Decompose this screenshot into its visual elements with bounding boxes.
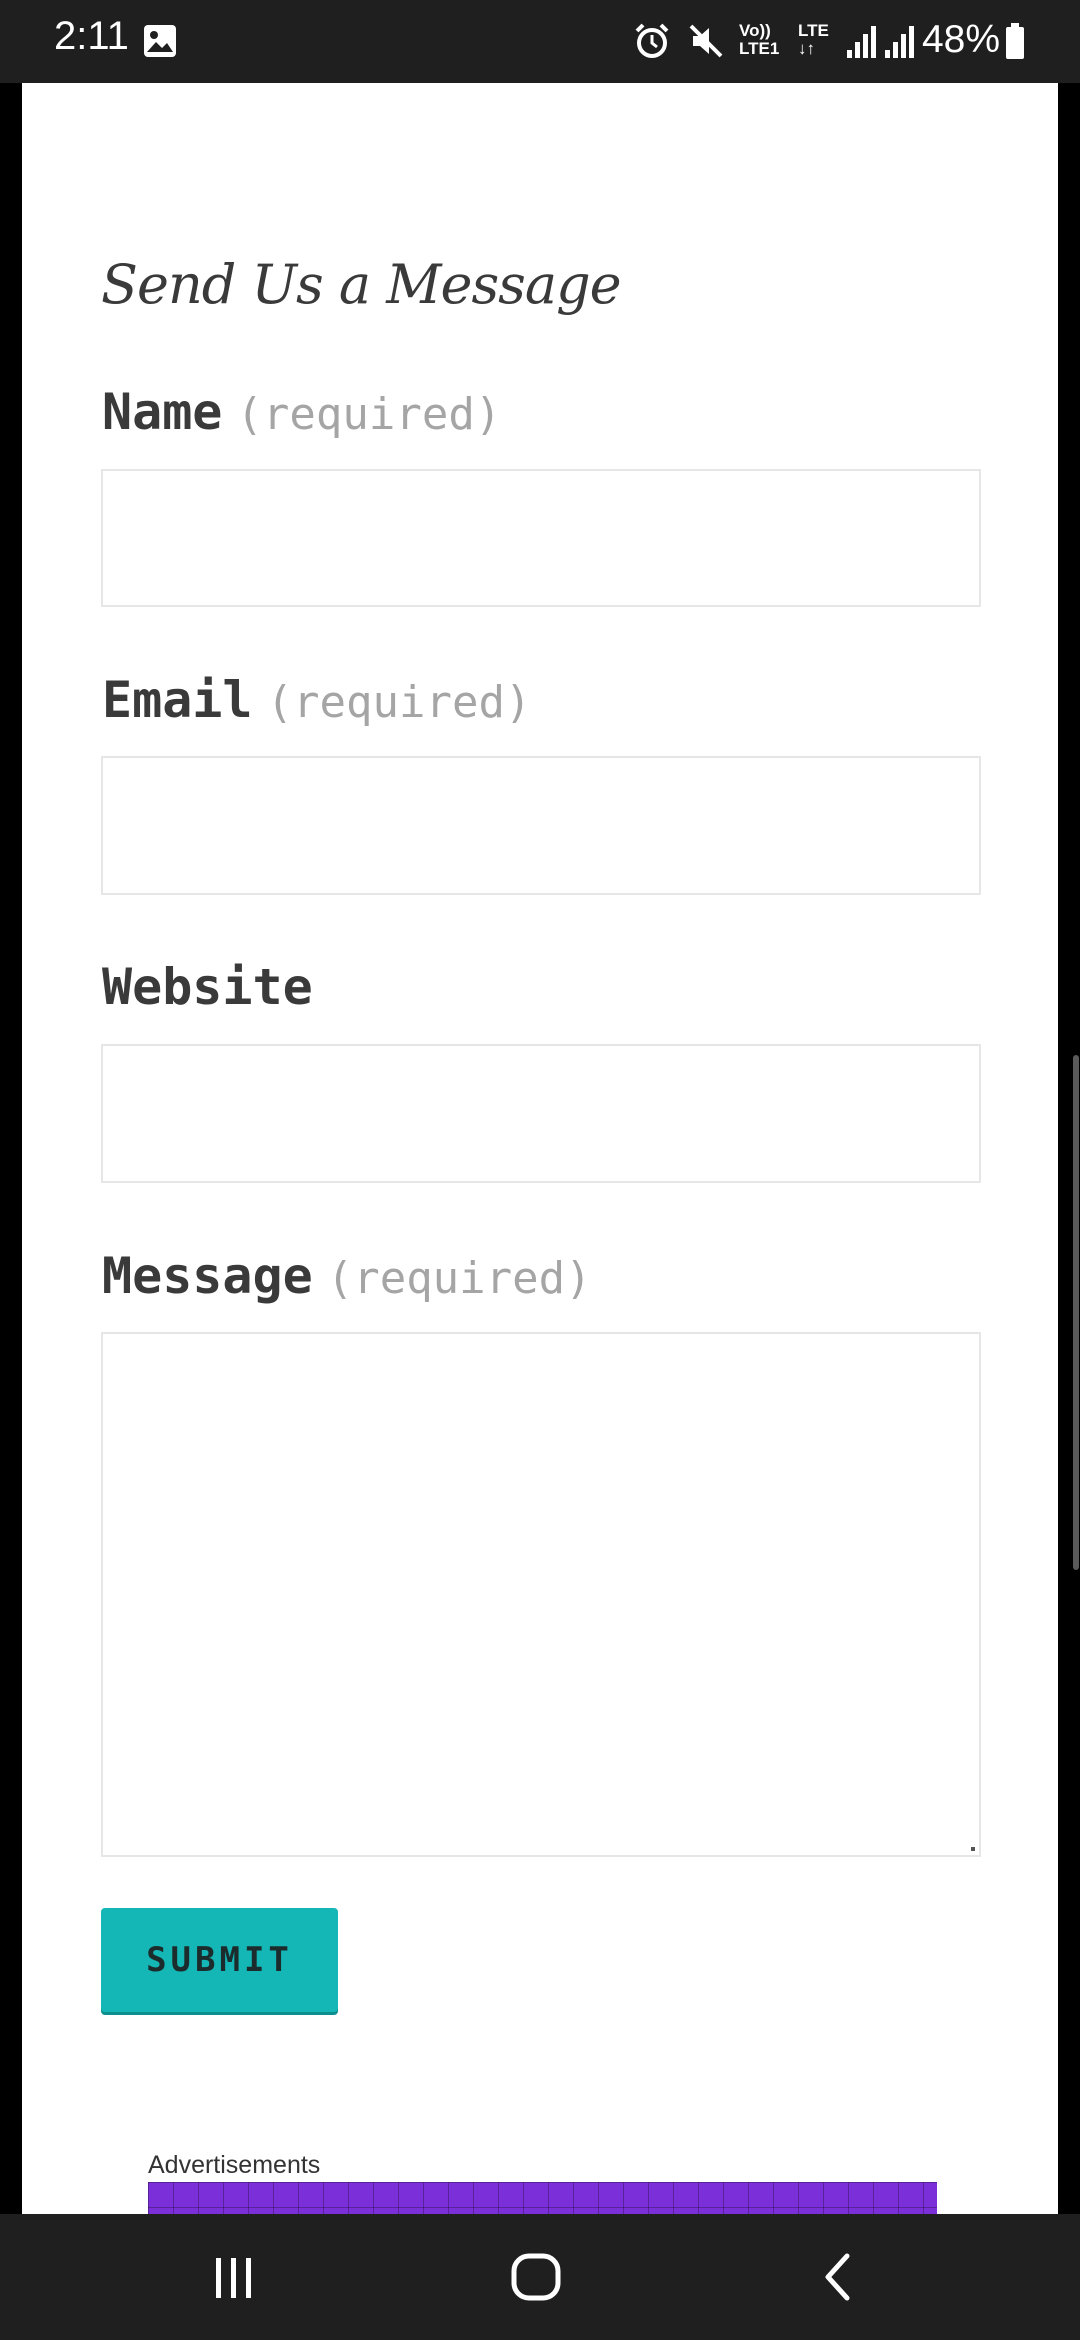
resize-handle-icon[interactable] <box>971 1847 975 1851</box>
signal-icon <box>883 22 917 65</box>
status-icons: Vo)) LTE1 LTE ↓↑ 48% <box>620 0 1080 83</box>
signal-icon <box>845 22 879 65</box>
volte-icon: Vo)) LTE1 <box>739 22 789 58</box>
gallery-icon <box>143 24 177 63</box>
website-label-text: Website <box>102 958 313 1016</box>
name-label-text: Name <box>102 383 223 441</box>
volte-label-top: Vo)) <box>739 21 771 40</box>
lte-icon: LTE ↓↑ <box>798 22 834 58</box>
back-icon[interactable] <box>804 2242 874 2312</box>
form-heading: Send Us a Message <box>101 253 622 316</box>
ads-label: Advertisements <box>148 2151 321 2179</box>
submit-button[interactable]: SUBMIT <box>101 1908 338 2012</box>
navigation-bar <box>0 2214 1080 2340</box>
status-bar: 2:11 Vo)) LTE1 LTE ↓↑ 48% <box>0 0 1080 83</box>
battery-percent: 48% <box>921 18 1000 61</box>
email-input[interactable] <box>101 756 981 895</box>
recents-icon[interactable] <box>199 2242 269 2312</box>
email-label: Email (required) <box>102 671 531 729</box>
required-hint: (required) <box>326 1253 592 1304</box>
page-scrollbar[interactable] <box>1073 1055 1079 1570</box>
data-arrows-icon: ↓↑ <box>798 39 815 58</box>
name-input[interactable] <box>101 469 981 607</box>
lte-label: LTE <box>798 21 829 40</box>
alarm-icon <box>633 22 671 65</box>
required-hint: (required) <box>236 389 502 440</box>
battery-icon <box>1004 22 1026 65</box>
status-time: 2:11 <box>54 14 129 58</box>
website-input[interactable] <box>101 1044 981 1183</box>
volte-label-bottom: LTE1 <box>739 39 780 58</box>
mute-icon <box>687 22 725 65</box>
required-hint: (required) <box>266 677 532 728</box>
message-label: Message (required) <box>102 1247 592 1305</box>
website-label: Website <box>102 958 313 1016</box>
page-content: Send Us a Message Name (required) Email (r… <box>22 83 1058 2214</box>
email-label-text: Email <box>102 671 253 729</box>
ad-banner[interactable] <box>148 2182 937 2214</box>
home-icon[interactable] <box>501 2242 571 2312</box>
message-label-text: Message <box>102 1247 313 1305</box>
name-label: Name (required) <box>102 383 501 441</box>
message-textarea[interactable] <box>101 1332 981 1857</box>
